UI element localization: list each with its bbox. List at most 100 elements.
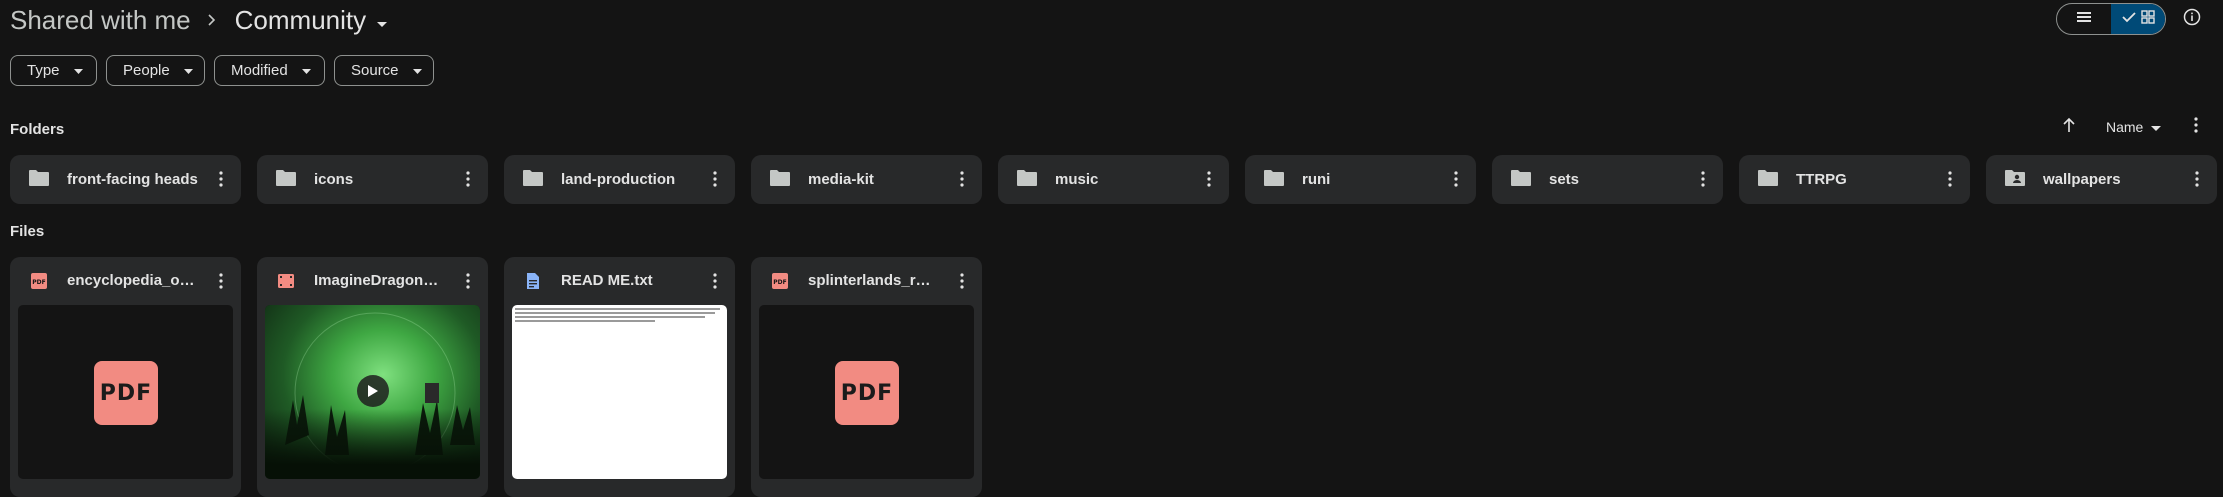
file-name: encyclopedia_orig... <box>67 272 197 289</box>
folder-card[interactable]: icons <box>257 155 488 204</box>
text-preview-line <box>515 312 715 314</box>
breadcrumb-current-label: Community <box>234 4 367 35</box>
caret-down-icon <box>376 5 388 36</box>
check-icon <box>2121 10 2136 28</box>
more-vert-icon[interactable] <box>454 165 482 193</box>
crowd-silhouette <box>265 409 480 479</box>
more-vert-icon[interactable] <box>454 267 482 295</box>
breadcrumb: Shared with me Community <box>10 2 392 38</box>
text-preview-line <box>515 308 720 310</box>
caret-down-icon <box>412 62 422 79</box>
folder-icon <box>1510 169 1532 189</box>
folder-icon <box>275 169 297 189</box>
more-vert-icon <box>2194 116 2198 138</box>
folder-card[interactable]: sets <box>1492 155 1723 204</box>
file-card[interactable]: PDF encyclopedia_orig... PDF <box>10 257 241 497</box>
more-vert-icon[interactable] <box>948 165 976 193</box>
folder-grid: front-facing heads icons land-production… <box>10 155 2217 204</box>
grid-icon <box>2140 9 2155 29</box>
folder-icon <box>28 169 50 189</box>
view-toggle <box>2056 3 2166 35</box>
folders-heading: Folders <box>10 121 65 138</box>
file-thumbnail <box>265 305 480 479</box>
file-name: splinterlands_run... <box>808 272 938 289</box>
file-name: READ ME.txt <box>561 272 653 289</box>
file-grid: PDF encyclopedia_orig... PDF ImagineDrag… <box>10 257 982 497</box>
pdf-preview-badge: PDF <box>835 361 899 425</box>
caret-down-icon <box>2151 119 2162 135</box>
info-button[interactable] <box>2178 5 2206 33</box>
folder-card[interactable]: wallpapers <box>1986 155 2217 204</box>
folder-name: runi <box>1302 171 1331 188</box>
more-vert-icon[interactable] <box>1442 165 1470 193</box>
breadcrumb-current-folder[interactable]: Community <box>231 5 392 36</box>
more-vert-icon[interactable] <box>207 165 235 193</box>
folder-name: media-kit <box>808 171 874 188</box>
caret-down-icon <box>301 62 311 79</box>
more-vert-icon[interactable] <box>1195 165 1223 193</box>
filter-source[interactable]: Source <box>334 55 434 86</box>
arrow-up-icon <box>2062 117 2076 138</box>
filter-bar: Type People Modified Source <box>10 55 434 86</box>
folder-card[interactable]: music <box>998 155 1229 204</box>
folder-card[interactable]: front-facing heads <box>10 155 241 204</box>
filter-type[interactable]: Type <box>10 55 97 86</box>
files-heading: Files <box>10 223 45 240</box>
folder-card[interactable]: media-kit <box>751 155 982 204</box>
folder-name: sets <box>1549 171 1580 188</box>
more-vert-icon[interactable] <box>948 267 976 295</box>
video-preview-image <box>265 305 480 479</box>
filter-label: People <box>123 62 170 79</box>
file-card[interactable]: READ ME.txt <box>504 257 735 497</box>
chevron-right-icon <box>191 2 231 38</box>
file-card[interactable]: PDF splinterlands_run... PDF <box>751 257 982 497</box>
video-icon <box>277 272 295 290</box>
more-vert-icon[interactable] <box>1689 165 1717 193</box>
svg-text:PDF: PDF <box>773 279 786 286</box>
caret-down-icon <box>73 62 83 79</box>
pdf-icon: PDF <box>30 272 48 290</box>
folder-card[interactable]: TTRPG <box>1739 155 1970 204</box>
folder-icon <box>769 169 791 189</box>
filter-people[interactable]: People <box>106 55 205 86</box>
folder-name: front-facing heads <box>67 171 198 188</box>
pdf-preview-badge: PDF <box>94 361 158 425</box>
info-icon <box>2183 8 2201 31</box>
folder-card[interactable]: runi <box>1245 155 1476 204</box>
sort-label: Name <box>2106 119 2144 135</box>
more-vert-icon[interactable] <box>701 165 729 193</box>
folder-icon <box>522 169 544 189</box>
more-vert-icon[interactable] <box>207 267 235 295</box>
folder-icon <box>1016 169 1038 189</box>
folder-icon <box>1757 169 1779 189</box>
list-view-button[interactable] <box>2057 4 2111 34</box>
file-thumbnail: PDF <box>18 305 233 479</box>
sort-direction-button[interactable] <box>2055 113 2083 141</box>
folder-icon <box>1263 169 1285 189</box>
breadcrumb-shared-with-me[interactable]: Shared with me <box>10 5 191 36</box>
folder-name: icons <box>314 171 354 188</box>
text-preview-line <box>515 316 705 318</box>
file-name: ImagineDragons_... <box>314 272 444 289</box>
file-card[interactable]: ImagineDragons_... <box>257 257 488 497</box>
caret-down-icon <box>183 62 193 79</box>
shared-folder-icon <box>2004 169 2026 189</box>
folder-card[interactable]: land-production <box>504 155 735 204</box>
play-icon[interactable] <box>357 375 389 407</box>
file-thumbnail: PDF <box>759 305 974 479</box>
more-vert-icon[interactable] <box>1936 165 1964 193</box>
folder-name: land-production <box>561 171 676 188</box>
folder-name: TTRPG <box>1796 171 1847 188</box>
file-thumbnail <box>512 305 727 479</box>
text-preview-line <box>515 320 655 322</box>
list-icon <box>2076 10 2092 29</box>
filter-label: Source <box>351 62 399 79</box>
more-vert-icon[interactable] <box>2183 165 2211 193</box>
more-options-button[interactable] <box>2182 113 2210 141</box>
sort-by-button[interactable]: Name <box>2106 115 2162 139</box>
text-preview-page <box>512 305 727 479</box>
grid-view-button[interactable] <box>2111 4 2165 34</box>
more-vert-icon[interactable] <box>701 267 729 295</box>
filter-modified[interactable]: Modified <box>214 55 325 86</box>
doc-icon <box>524 272 542 290</box>
